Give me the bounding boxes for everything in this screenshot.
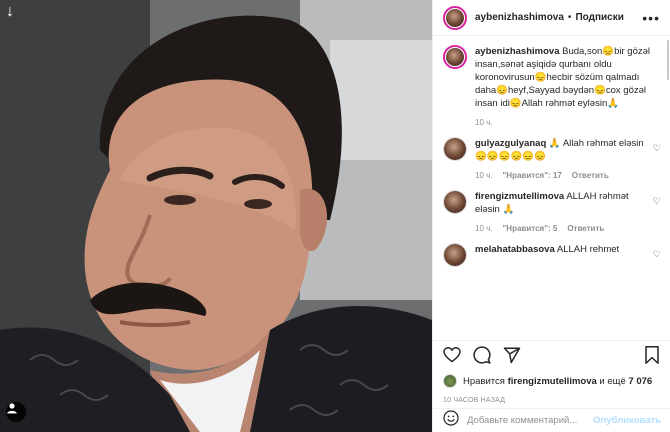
commenter-username[interactable]: gulyazgulyanaq bbox=[475, 138, 546, 149]
bookmark-icon[interactable] bbox=[641, 344, 663, 366]
comment-body: ALLAH rehmet bbox=[556, 244, 620, 255]
comment-time[interactable]: 10 ч. bbox=[475, 171, 493, 180]
comments-scrollbar[interactable] bbox=[667, 40, 669, 80]
publish-button[interactable]: Опубликовать bbox=[593, 415, 661, 426]
comment-row: firengizmutellimova ALLAH rəhmət eləsin … bbox=[443, 190, 661, 233]
caption-author[interactable]: aybenizhashimova bbox=[475, 46, 559, 57]
post-photo[interactable]: ↓ bbox=[0, 0, 432, 432]
comment-input[interactable]: Добавьте комментарий... bbox=[467, 415, 593, 426]
add-comment-bar: Добавьте комментарий... Опубликовать bbox=[433, 408, 670, 432]
more-options-icon[interactable]: ••• bbox=[642, 11, 660, 25]
tagged-user-icon[interactable] bbox=[6, 402, 26, 422]
liker-username[interactable]: firengizmutellimova bbox=[508, 376, 597, 387]
caption-avatar[interactable] bbox=[443, 45, 467, 69]
comment-like-icon[interactable]: ♡ bbox=[653, 196, 661, 207]
reply-button[interactable]: Ответить bbox=[567, 224, 604, 233]
heart-icon[interactable] bbox=[441, 344, 463, 366]
caption: aybenizhashimova Buda,son😞bir gözəl insa… bbox=[443, 45, 661, 127]
comment-like-icon[interactable]: ♡ bbox=[653, 249, 661, 260]
author-username[interactable]: aybenizhashimova bbox=[475, 12, 564, 23]
comment-row: gulyazgulyanaq 🙏 Allah rəhmət eləsin 😞😞😞… bbox=[443, 137, 661, 180]
liker-avatar bbox=[443, 374, 457, 388]
comments-list[interactable]: aybenizhashimova Buda,son😞bir gözəl insa… bbox=[433, 37, 670, 305]
post-timestamp[interactable]: 10 ЧАСОВ НАЗАД bbox=[443, 397, 505, 404]
post-side-panel: aybenizhashimova • Подписки ••• aybenizh… bbox=[432, 0, 670, 432]
likes-prefix: Нравится bbox=[463, 375, 505, 387]
comment-time[interactable]: 10 ч. bbox=[475, 224, 493, 233]
portrait-illustration bbox=[0, 0, 432, 432]
emoji-icon[interactable] bbox=[443, 410, 459, 431]
commenter-username[interactable]: firengizmutellimova bbox=[475, 191, 564, 202]
comment-likes[interactable]: "Нравится": 5 bbox=[503, 224, 558, 233]
commenter-avatar[interactable] bbox=[443, 190, 467, 214]
commenter-avatar[interactable] bbox=[443, 243, 467, 267]
comment-likes[interactable]: "Нравится": 17 bbox=[503, 171, 562, 180]
comment-text: melahatabbasova ALLAH rehmet bbox=[475, 243, 651, 256]
commenter-username[interactable]: melahatabbasova bbox=[475, 244, 555, 255]
comment-text: firengizmutellimova ALLAH rəhmət eləsin … bbox=[475, 190, 651, 216]
commenter-avatar[interactable] bbox=[443, 137, 467, 161]
comment-icon[interactable] bbox=[471, 344, 493, 366]
share-icon[interactable] bbox=[501, 344, 523, 366]
arrow-down-icon: ↓ bbox=[6, 3, 14, 20]
following-button[interactable]: Подписки bbox=[575, 12, 623, 23]
comment-row: melahatabbasova ALLAH rehmet ♡ bbox=[443, 243, 661, 267]
caption-text: aybenizhashimova Buda,son😞bir gözəl insa… bbox=[475, 45, 651, 110]
likes-count[interactable]: 7 076 bbox=[628, 376, 652, 387]
reply-button[interactable]: Ответить bbox=[572, 171, 609, 180]
header-separator: • bbox=[567, 12, 572, 23]
post-header: aybenizhashimova • Подписки ••• bbox=[433, 0, 670, 36]
author-avatar[interactable] bbox=[443, 5, 467, 30]
post-actions bbox=[433, 340, 670, 368]
caption-time[interactable]: 10 ч. bbox=[475, 118, 493, 127]
likes-middle: и ещё bbox=[599, 375, 626, 387]
comment-text: gulyazgulyanaq 🙏 Allah rəhmət eləsin 😞😞😞… bbox=[475, 137, 651, 163]
likes-summary[interactable]: Нравится firengizmutellimova и ещё 7 076 bbox=[443, 374, 662, 388]
comment-like-icon[interactable]: ♡ bbox=[653, 143, 661, 154]
